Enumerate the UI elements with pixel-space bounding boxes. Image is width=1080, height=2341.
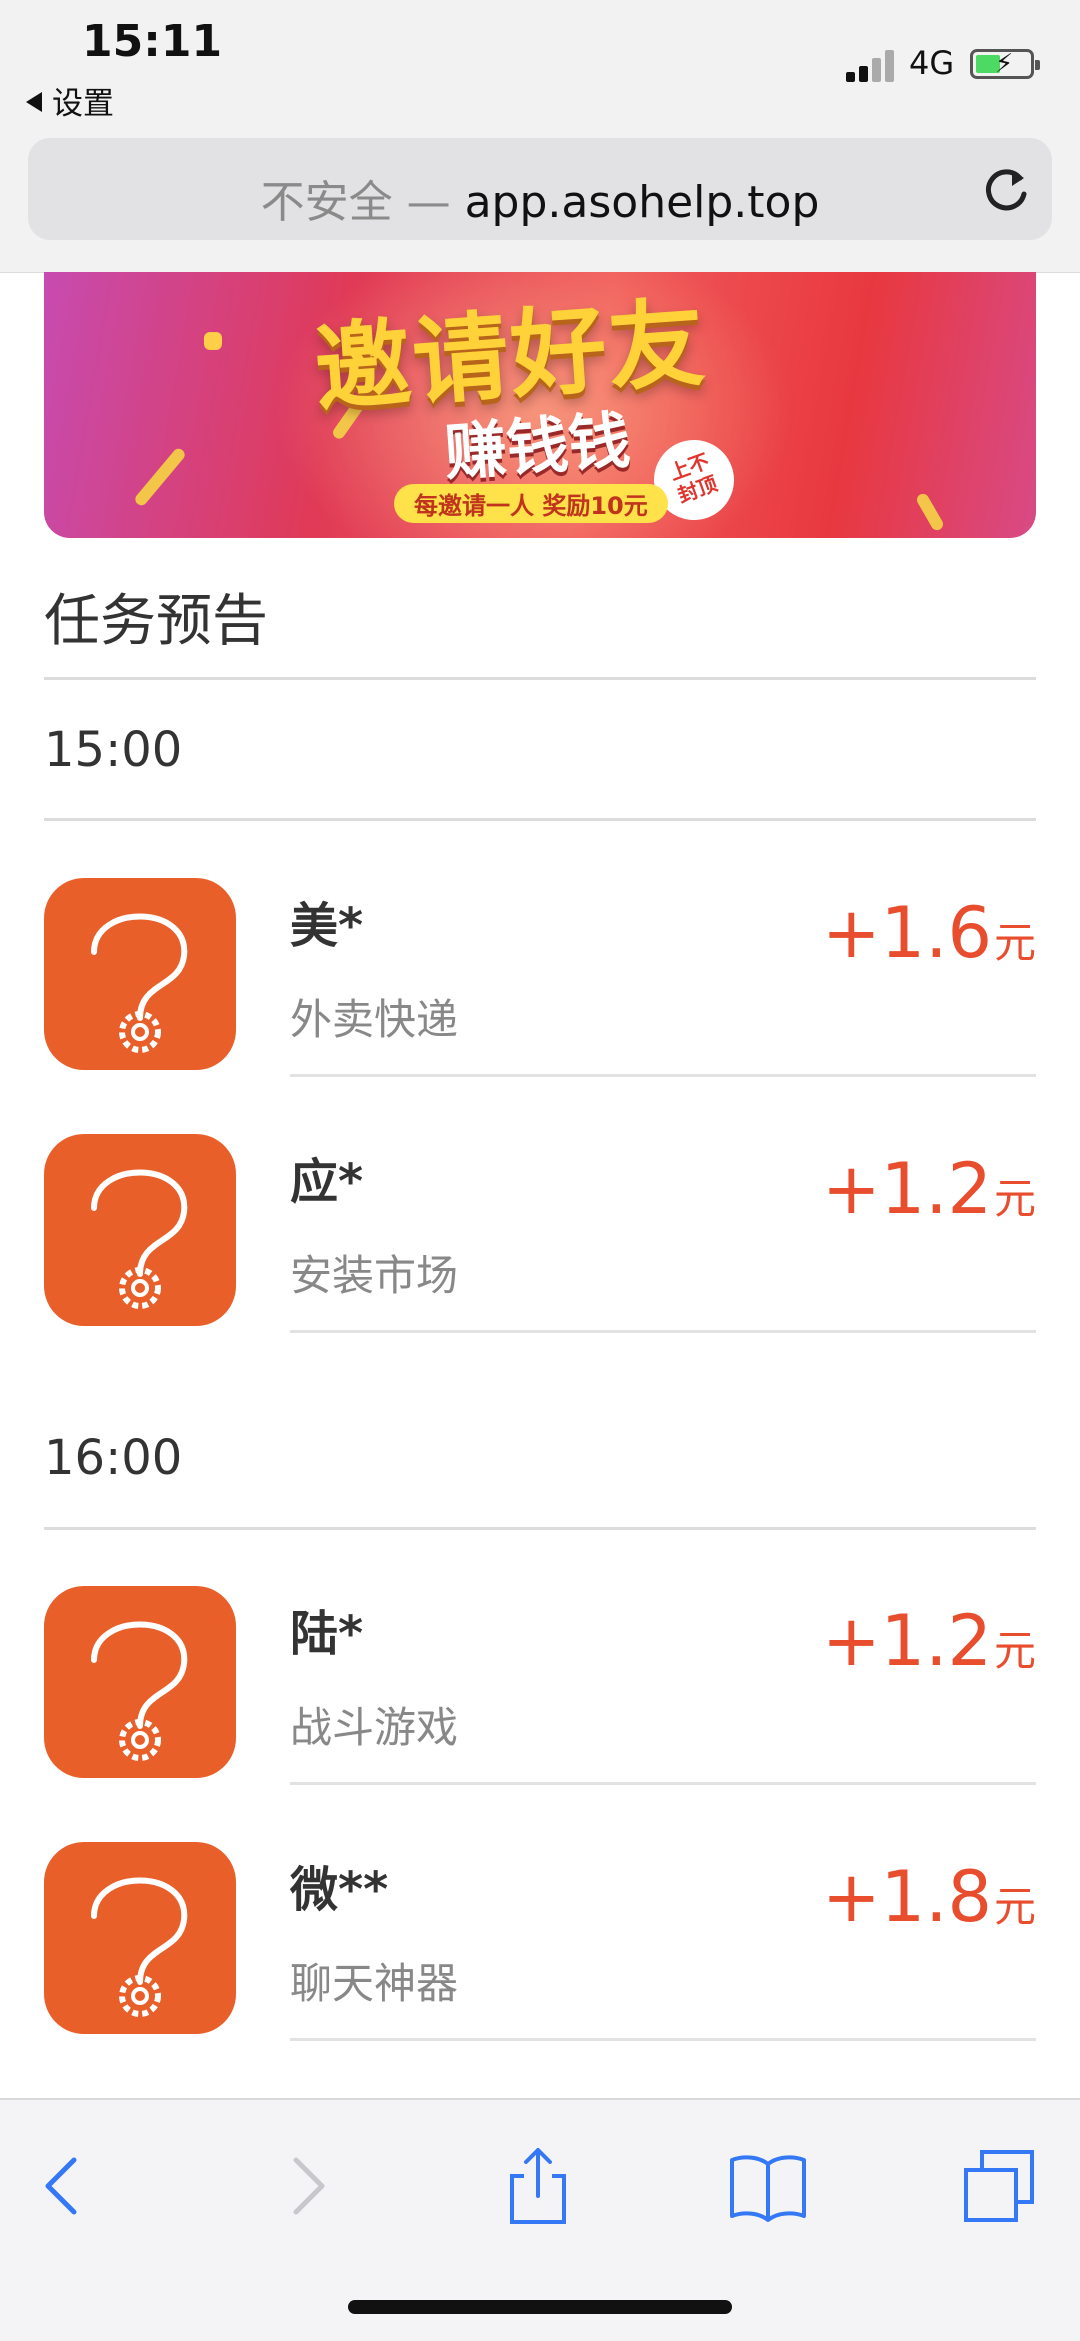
group-time: 15:00 (44, 722, 183, 778)
banner-pill: 每邀请一人 奖励10元 (394, 484, 668, 523)
task-item[interactable]: 美* 外卖快递 +1.6元 (44, 878, 1036, 1134)
share-icon[interactable] (498, 2146, 578, 2226)
back-label: 设置 (52, 86, 114, 122)
task-name: 美* (290, 898, 364, 954)
task-desc: 战斗游戏 (290, 1703, 459, 1752)
task-name: 应* (290, 1154, 364, 1210)
question-gear-icon (44, 1134, 236, 1326)
back-triangle-icon (26, 92, 42, 112)
back-icon[interactable] (24, 2146, 104, 2226)
task-name: 陆* (290, 1606, 364, 1662)
item-separator (290, 1782, 1036, 1785)
task-desc: 外卖快递 (290, 995, 459, 1044)
task-item[interactable]: 应* 安装市场 +1.2元 (44, 1134, 1036, 1390)
task-reward: +1.2元 (822, 1148, 1036, 1230)
banner-subline: 赚钱钱 (442, 403, 633, 490)
reward-unit: 元 (993, 1626, 1036, 1675)
reward-amount: +1.2 (822, 1148, 992, 1230)
url-text: 不安全 — app.asohelp.top (28, 166, 1052, 230)
browser-header: 不安全 — app.asohelp.top (0, 130, 1080, 273)
home-indicator (348, 2300, 732, 2314)
network-type: 4G (909, 44, 955, 82)
reward-unit: 元 (993, 918, 1036, 967)
task-desc: 聊天神器 (290, 1959, 459, 2008)
task-name: 微** (290, 1862, 389, 1918)
clock: 15:11 (82, 16, 223, 67)
task-item[interactable]: 微** 聊天神器 +1.8元 (44, 1842, 1036, 2098)
address-bar[interactable]: 不安全 — app.asohelp.top (28, 138, 1052, 240)
divider (44, 1527, 1036, 1530)
reward-unit: 元 (993, 1174, 1036, 1223)
reward-unit: 元 (993, 1882, 1036, 1931)
forward-icon[interactable] (266, 2146, 346, 2226)
question-gear-icon (44, 1586, 236, 1778)
task-desc: 安装市场 (290, 1251, 459, 1300)
item-separator (290, 2038, 1036, 2041)
section-title: 任务预告 (44, 589, 268, 654)
signal-icon (846, 48, 896, 82)
reward-amount: +1.2 (822, 1600, 992, 1682)
task-reward: +1.2元 (822, 1600, 1036, 1682)
insecure-label: 不安全 — (260, 177, 451, 228)
divider (44, 818, 1036, 821)
bookmarks-icon[interactable] (728, 2146, 808, 2226)
battery-icon: ⚡ (970, 49, 1040, 79)
invite-banner[interactable]: 邀请好友 赚钱钱 上不 封顶 每邀请一人 奖励10元 (44, 272, 1036, 538)
reload-icon[interactable] (980, 164, 1032, 216)
task-reward: +1.8元 (822, 1856, 1036, 1938)
group-time: 16:00 (44, 1430, 183, 1486)
back-to-settings[interactable]: 设置 (26, 78, 114, 123)
question-gear-icon (44, 878, 236, 1070)
reward-amount: +1.8 (822, 1856, 992, 1938)
item-separator (290, 1074, 1036, 1077)
task-reward: +1.6元 (822, 892, 1036, 974)
item-separator (290, 1330, 1036, 1333)
divider (44, 677, 1036, 680)
reward-amount: +1.6 (822, 892, 992, 974)
question-gear-icon (44, 1842, 236, 2034)
url-host: app.asohelp.top (464, 177, 820, 228)
task-item[interactable]: 陆* 战斗游戏 +1.2元 (44, 1586, 1036, 1842)
status-bar: 15:11 设置 4G ⚡ (0, 0, 1080, 130)
tabs-icon[interactable] (958, 2146, 1038, 2226)
